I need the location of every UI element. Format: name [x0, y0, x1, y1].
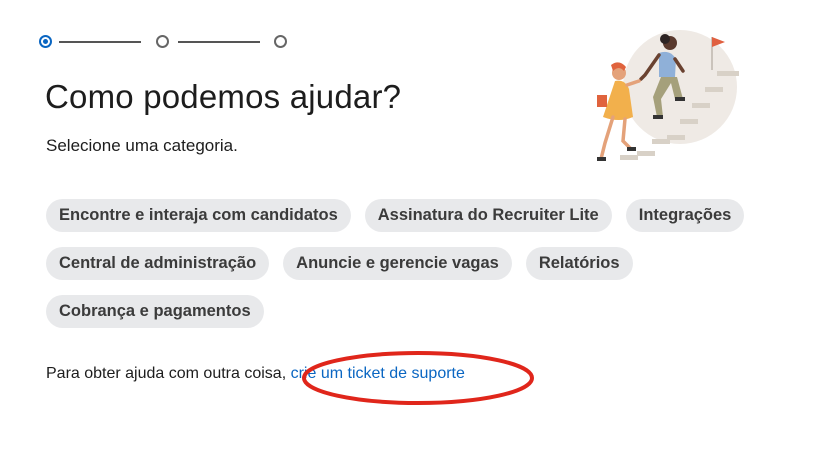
progress-stepper [39, 35, 299, 49]
category-chip-integrations[interactable]: Integrações [625, 199, 745, 232]
category-chip-candidates[interactable]: Encontre e interaja com candidatos [46, 199, 351, 232]
step-1-indicator [39, 35, 52, 48]
category-chip-jobs[interactable]: Anuncie e gerencie vagas [283, 247, 512, 280]
step-connector [178, 41, 260, 43]
highlight-ellipse [302, 351, 534, 405]
step-3-indicator [274, 35, 287, 48]
page-title: Como podemos ajudar? [45, 78, 402, 115]
help-prefix: Para obter ajuda com outra coisa, [46, 365, 287, 382]
stairs-climbing-illustration [597, 30, 739, 161]
category-chip-admin-center[interactable]: Central de administração [46, 247, 270, 280]
page-subtitle: Selecione uma categoria. [46, 136, 238, 155]
step-connector [59, 41, 141, 43]
category-list: Encontre e interaja com candidatos Assin… [46, 199, 806, 343]
step-2-indicator [156, 35, 169, 48]
category-chip-reports[interactable]: Relatórios [525, 247, 633, 280]
category-chip-recruiter-lite[interactable]: Assinatura do Recruiter Lite [364, 199, 612, 232]
category-chip-billing[interactable]: Cobrança e pagamentos [46, 295, 264, 328]
